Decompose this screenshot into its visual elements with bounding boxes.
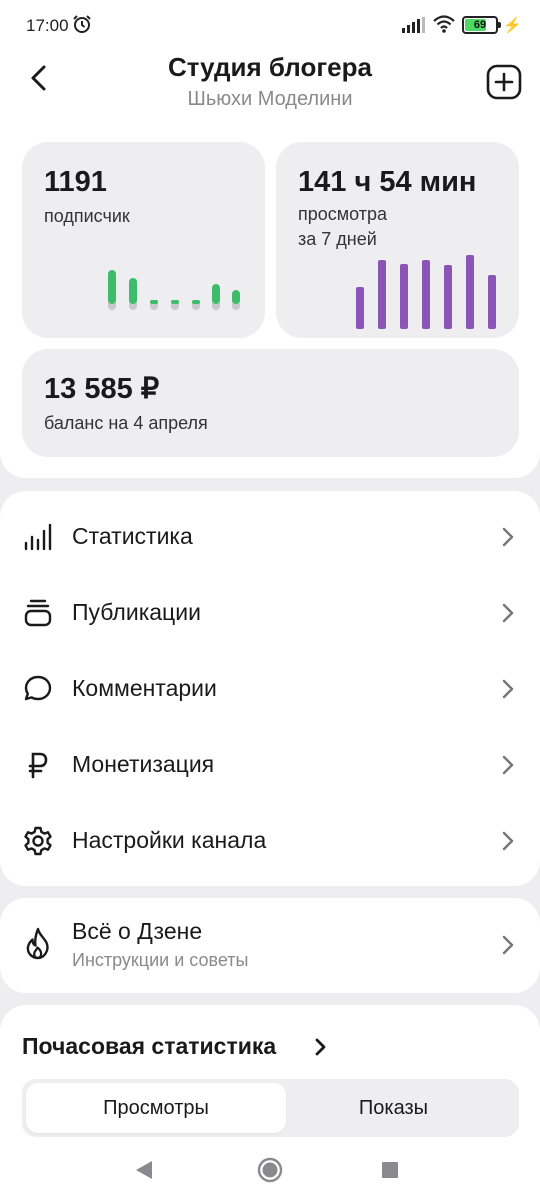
chevron-right-icon <box>502 679 514 699</box>
zen-subtitle: Инструкции и советы <box>72 950 249 970</box>
tab-views[interactable]: Просмотры <box>26 1083 286 1133</box>
views-card[interactable]: 141 ч 54 мин просмотра за 7 дней <box>276 142 519 338</box>
menu-item-label: Монетизация <box>72 751 215 777</box>
status-bar: 17:00 69 ⚡ <box>0 0 540 52</box>
header-area: 17:00 69 ⚡ Студия блогера Шьюхи Моделини <box>0 0 540 478</box>
hourly-stats-section: Почасовая статистика Просмотры Показы <box>0 1005 540 1200</box>
subscribers-card[interactable]: 1191 подписчик <box>22 142 265 338</box>
charging-icon: ⚡ <box>503 17 522 34</box>
plus-square-icon[interactable] <box>486 64 522 100</box>
menu-item-monetization[interactable]: Монетизация <box>0 727 540 803</box>
page-title: Студия блогера <box>168 52 372 82</box>
chevron-right-icon <box>502 603 514 623</box>
wifi-icon <box>433 15 455 33</box>
comment-bubble-icon <box>24 675 52 701</box>
home-circle-icon[interactable] <box>254 1154 286 1186</box>
chevron-right-icon <box>502 527 514 547</box>
zen-title: Всё о Дзене <box>72 918 203 944</box>
about-zen-item[interactable]: Всё о Дзене Инструкции и советы <box>0 898 540 993</box>
balance-label: баланс на 4 апреля <box>44 413 208 433</box>
menu-item-publications[interactable]: Публикации <box>0 575 540 651</box>
menu-item-comments[interactable]: Комментарии <box>0 651 540 727</box>
balance-value: 13 585 ₽ <box>44 373 160 405</box>
balance-card[interactable]: 13 585 ₽ баланс на 4 апреля <box>22 349 519 457</box>
battery-icon: 69 <box>462 16 501 34</box>
gear-icon <box>24 826 52 856</box>
chevron-right-icon <box>502 755 514 775</box>
menu-item-channel-settings[interactable]: Настройки канала <box>0 803 540 879</box>
tab-impressions[interactable]: Показы <box>272 1083 515 1133</box>
signal-icon <box>402 17 425 33</box>
stack-icon <box>24 599 52 627</box>
menu-item-label: Статистика <box>72 523 193 549</box>
channel-name: Шьюхи Моделини <box>187 88 353 110</box>
recents-square-icon[interactable] <box>374 1154 406 1186</box>
status-time: 17:00 <box>26 16 69 35</box>
ruble-icon <box>28 752 48 779</box>
hourly-stats-title[interactable]: Почасовая статистика <box>22 1033 276 1060</box>
chevron-right-icon <box>502 935 514 955</box>
studio-menu: Статистика Публикации Комментарии Монети… <box>0 491 540 886</box>
views-sparkline <box>356 255 496 329</box>
subscribers-sparkline <box>108 270 240 310</box>
alarm-icon <box>73 15 91 33</box>
flame-icon <box>26 927 49 960</box>
hourly-tabs: Просмотры Показы <box>22 1079 519 1137</box>
battery-level: 69 <box>473 19 487 31</box>
back-triangle-icon[interactable] <box>128 1154 160 1186</box>
menu-item-label: Комментарии <box>72 675 217 701</box>
chevron-right-icon <box>502 831 514 851</box>
menu-item-label: Публикации <box>72 599 201 625</box>
menu-item-label: Настройки канала <box>72 827 267 853</box>
chevron-right-icon[interactable] <box>310 1035 332 1059</box>
bar-chart-icon <box>24 523 52 551</box>
menu-item-statistics[interactable]: Статистика <box>0 499 540 575</box>
system-nav-bar <box>0 1140 540 1200</box>
